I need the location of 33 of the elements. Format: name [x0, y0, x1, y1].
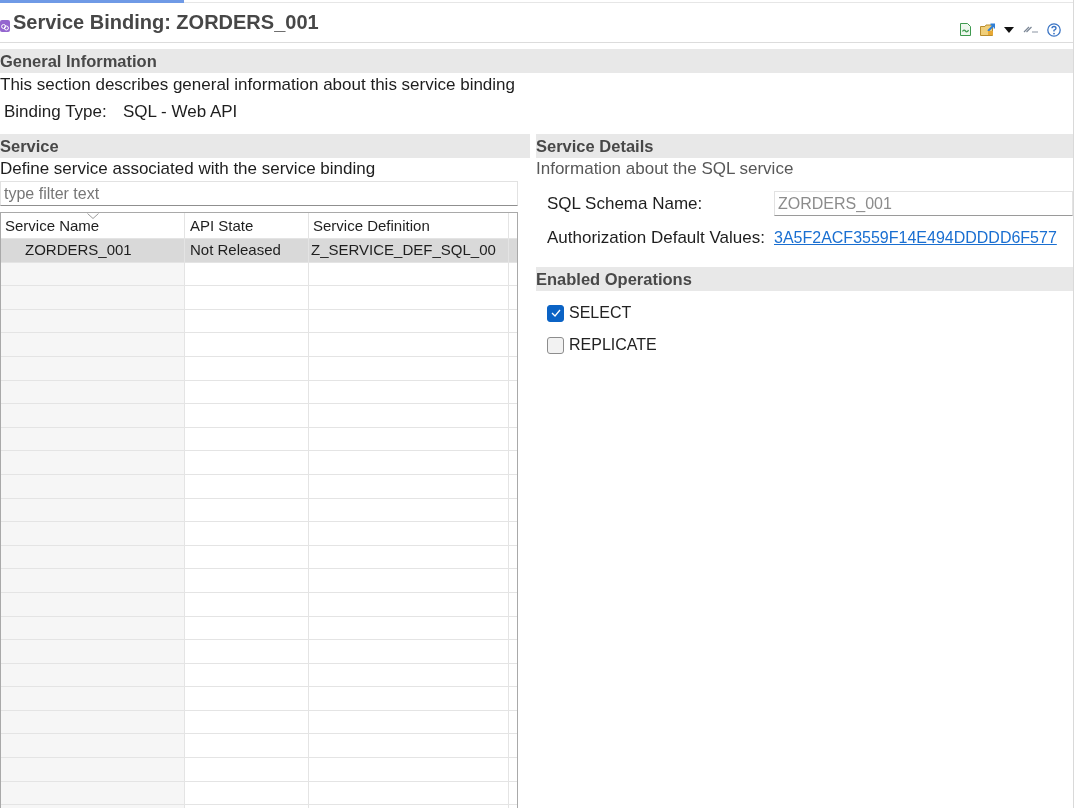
folder-arrow-icon[interactable] — [980, 23, 995, 36]
table-cell: Not Released — [185, 239, 309, 262]
caret-icon[interactable] — [1004, 26, 1014, 33]
section-description: Define service associated with the service binding — [0, 158, 377, 179]
section-heading: Service — [0, 137, 59, 155]
column-header[interactable]: Service Name — [1, 213, 185, 238]
column-header[interactable]: API State — [185, 213, 309, 238]
field-label: SQL Schema Name: — [547, 193, 704, 214]
section-heading: General Information — [0, 52, 157, 70]
section-heading: Enabled Operations — [536, 270, 692, 288]
check-icon — [550, 309, 561, 317]
checkbox[interactable] — [547, 304, 564, 322]
checkbox[interactable] — [547, 336, 564, 354]
section-description: This section describes general information about this service binding — [0, 74, 516, 96]
table-row[interactable]: ZORDERS_001 Not Released Z_SERVICE_DEF_SQL_00 — [1, 239, 517, 263]
help-icon[interactable] — [1047, 22, 1061, 37]
filter-field[interactable]: type filter text — [0, 181, 518, 206]
editor-title: Service Binding: ZORDERS_001 — [13, 11, 319, 34]
checkbox-label: SELECT — [569, 304, 632, 322]
chain-link-icon — [0, 19, 10, 32]
sort-indicator-icon — [86, 213, 99, 219]
section-heading: Service Details — [536, 137, 654, 155]
checkbox-label: REPLICATE — [569, 336, 657, 354]
field-label: Binding Type: — [4, 101, 108, 123]
section-description: Information about the SQL service — [536, 158, 795, 179]
column-header[interactable]: Service Definition — [309, 213, 509, 238]
table-cell: ZORDERS_001 — [1, 239, 185, 262]
field-label: Authorization Default Values: — [547, 228, 766, 248]
value-link[interactable]: 3A5F2ACF3559F14E494DDDDD6F577 — [774, 229, 1057, 247]
table-cell: Z_SERVICE_DEF_SQL_00 — [309, 239, 509, 262]
pen-icon[interactable] — [1023, 26, 1038, 33]
document-icon[interactable] — [960, 23, 971, 36]
field-value: SQL - Web API — [123, 101, 238, 123]
